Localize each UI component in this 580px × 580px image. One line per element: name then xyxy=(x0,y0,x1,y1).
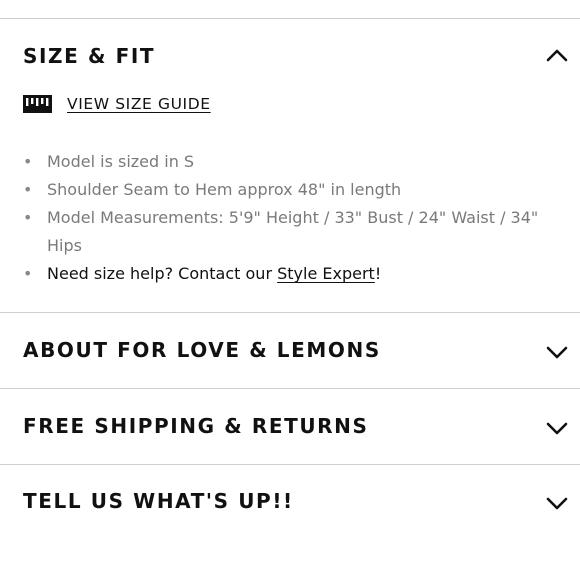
chevron-down-icon[interactable] xyxy=(545,421,569,437)
detail-model-size: Model is sized in S xyxy=(47,152,195,171)
divider xyxy=(0,464,580,465)
view-size-guide-link[interactable]: VIEW SIZE GUIDE xyxy=(23,91,211,117)
accordion-feedback-title[interactable]: TELL US WHAT'S UP!! xyxy=(23,489,294,513)
help-text-suffix: ! xyxy=(374,264,382,283)
size-fit-title[interactable]: SIZE & FIT xyxy=(23,44,155,68)
divider xyxy=(0,18,580,19)
size-fit-details-list: • Model is sized in S • Shoulder Seam to… xyxy=(23,148,553,288)
style-expert-link[interactable]: Style Expert xyxy=(277,264,375,283)
detail-measurements: Model Measurements: 5'9" Height / 33" Bu… xyxy=(47,208,539,255)
list-item: • Shoulder Seam to Hem approx 48" in len… xyxy=(23,180,402,199)
help-text-prefix: Need size help? Contact our xyxy=(47,264,278,283)
chevron-down-icon[interactable] xyxy=(545,345,569,361)
detail-length: Shoulder Seam to Hem approx 48" in lengt… xyxy=(47,180,402,199)
ruler-icon xyxy=(23,95,52,113)
list-item: • Need size help? Contact our Style Expe… xyxy=(23,264,382,283)
accordion-about-title[interactable]: ABOUT FOR LOVE & LEMONS xyxy=(23,338,381,362)
chevron-down-icon[interactable] xyxy=(545,496,569,512)
product-details-panel: SIZE & FIT VIEW SIZE GUIDE • Model is si… xyxy=(0,0,580,580)
chevron-up-icon[interactable] xyxy=(545,47,569,63)
list-item: • Model Measurements: 5'9" Height / 33" … xyxy=(23,208,539,255)
list-item: • Model is sized in S xyxy=(23,152,195,171)
divider xyxy=(0,312,580,313)
view-size-guide-label[interactable]: VIEW SIZE GUIDE xyxy=(67,95,211,113)
divider xyxy=(0,388,580,389)
accordion-shipping-title[interactable]: FREE SHIPPING & RETURNS xyxy=(23,414,369,438)
